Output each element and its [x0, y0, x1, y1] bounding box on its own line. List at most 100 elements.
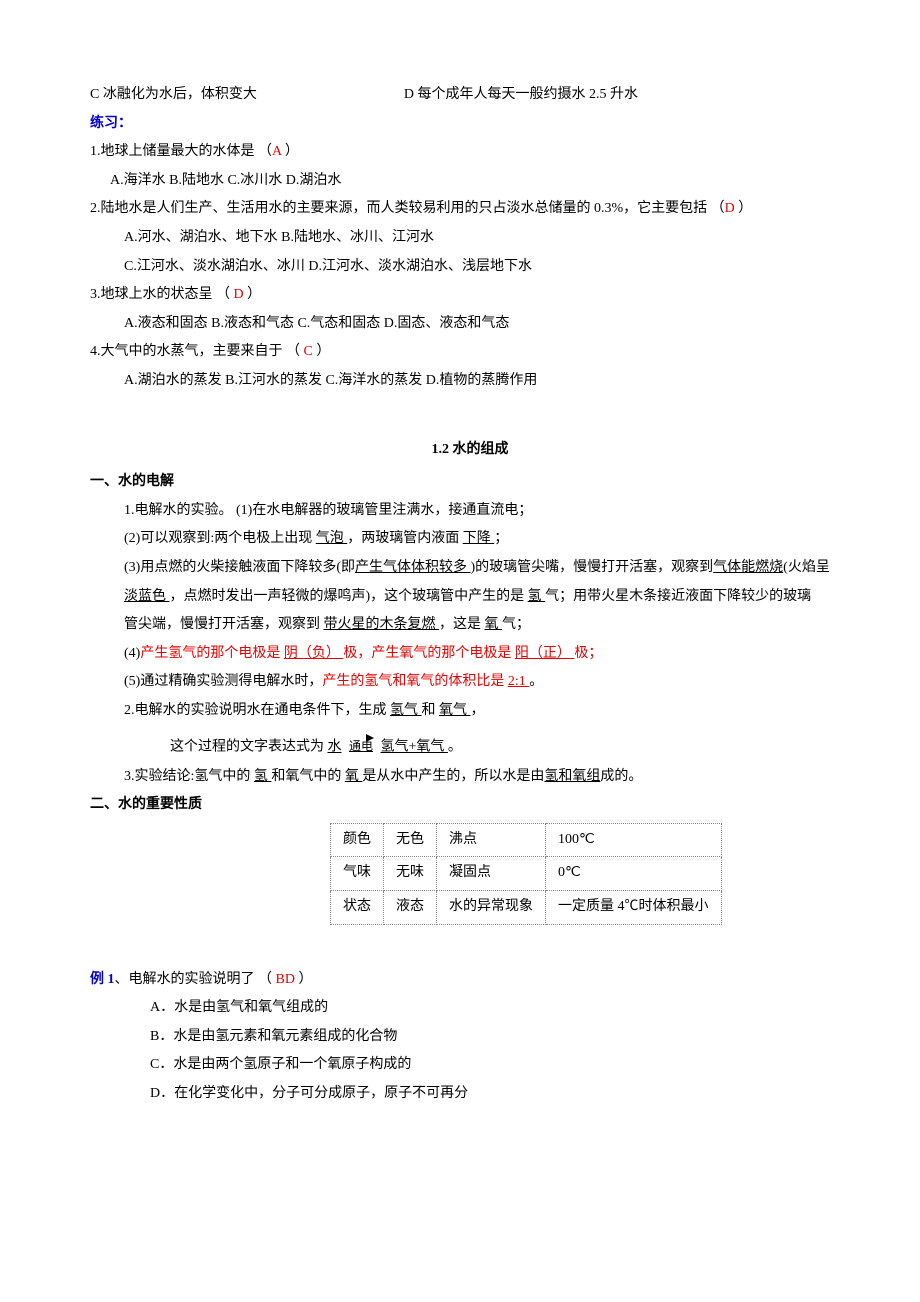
- sec1-p2-blank2: 下降: [463, 531, 495, 546]
- sec1-p7-blank3: 氢和氧组: [544, 769, 600, 784]
- cell-state-label: 状态: [331, 890, 384, 924]
- properties-table: 颜色 无色 沸点 100℃ 气味 无味 凝固点 0℃ 状态 液态 水的异常现象 …: [330, 823, 722, 925]
- q4-stem: 4.大气中的水蒸气，主要来自于 （ C ）: [90, 339, 850, 366]
- sec1-p3-blank3: 淡蓝色: [124, 589, 170, 604]
- example1-answer: BD: [276, 972, 295, 987]
- expr-products: 氢气+氧气: [381, 740, 448, 755]
- sec1-p7b: 和氧气中的: [271, 769, 345, 784]
- sec1-p3a: (3)用点燃的火柴接触液面下降较多(即: [124, 560, 355, 575]
- sec1-expression: 这个过程的文字表达式为 水 通电 氢气+氧气 。: [90, 734, 850, 761]
- cell-color-value: 无色: [384, 823, 437, 857]
- sec1-p3-blank6: 氧: [485, 617, 503, 632]
- sec1-p2a: (2)可以观察到:两个电极上出现: [124, 531, 316, 546]
- cell-boiling-value: 100℃: [546, 823, 722, 857]
- sec1-p3-blank2: 气体能燃烧: [713, 560, 783, 575]
- sec1-p3-blank5: 带火星的木条复燃: [324, 617, 440, 632]
- sec1-p6-blank1: 氢气: [390, 703, 422, 718]
- q2-options-1: A.河水、湖泊水、地下水 B.陆地水、冰川、江河水: [90, 225, 850, 252]
- sec1-p5r: 产生的氢气和氧气的体积比是: [322, 674, 508, 689]
- q1-stem: 1.地球上储量最大的水体是 （A ）: [90, 139, 850, 166]
- top-options: C 冰融化为水后，体积变大 D 每个成年人每天一般约摄水 2.5 升水: [90, 82, 850, 109]
- q1-answer: A: [272, 144, 281, 159]
- q3-stem: 3.地球上水的状态呈 （ D ）: [90, 282, 850, 309]
- q3-stem-a: 3.地球上水的状态呈 （: [90, 287, 234, 302]
- sec1-p7c: 是从水中产生的，所以水是由: [362, 769, 544, 784]
- q1-options: A.海洋水 B.陆地水 C.冰川水 D.湖泊水: [90, 168, 850, 195]
- expr-end: 。: [448, 740, 462, 755]
- sec1-p3-l3c: ，这是: [439, 617, 485, 632]
- sec1-p3b: )的玻璃管尖嘴，慢慢打开活塞，观察到: [471, 560, 714, 575]
- q4-options: A.湖泊水的蒸发 B.江河水的蒸发 C.海洋水的蒸发 D.植物的蒸腾作用: [90, 368, 850, 395]
- cell-boiling-label: 沸点: [437, 823, 546, 857]
- sec1-p4-blank1: 阴（负）: [284, 646, 344, 661]
- sec1-p3-l3: 管尖端，慢慢打开活塞，观察到 带火星的木条复燃 ，这是 氧 气；: [90, 612, 850, 639]
- sec1-p2: (2)可以观察到:两个电极上出现 气泡 ，两玻璃管内液面 下降 ；: [90, 526, 850, 553]
- q1-stem-b: ）: [281, 144, 299, 159]
- sec1-p5a: (5)通过精确实验测得电解水时，: [124, 674, 322, 689]
- sec1-p5b: 。: [529, 674, 543, 689]
- sec1-p2b: ，两玻璃管内液面: [347, 531, 463, 546]
- example1-opt-d: D．在化学变化中，分子可分成原子，原子不可再分: [90, 1081, 850, 1108]
- cell-state-value: 液态: [384, 890, 437, 924]
- q1-stem-a: 1.地球上储量最大的水体是 （: [90, 144, 272, 159]
- sec1-p6-blank2: 氧气: [439, 703, 471, 718]
- reaction-arrow: 通电: [349, 734, 373, 761]
- table-row: 状态 液态 水的异常现象 一定质量 4℃时体积最小: [331, 890, 722, 924]
- top-opt-c: C 冰融化为水后，体积变大: [90, 87, 257, 102]
- sec1-p3-l2: 淡蓝色 ，点燃时发出一声轻微的爆鸣声)，这个玻璃管中产生的是 氢 气；用带火星木…: [90, 584, 850, 611]
- q2-options-2: C.江河水、淡水湖泊水、冰川 D.江河水、淡水湖泊水、浅层地下水: [90, 254, 850, 281]
- top-opt-d: D 每个成年人每天一般约摄水 2.5 升水: [404, 87, 638, 102]
- sec1-p2-blank1: 气泡: [316, 531, 348, 546]
- sec1-p5: (5)通过精确实验测得电解水时，产生的氢气和氧气的体积比是 2:1 。: [90, 669, 850, 696]
- q3-stem-b: ）: [244, 287, 262, 302]
- cell-smell-label: 气味: [331, 857, 384, 891]
- sec1-p7: 3.实验结论:氢气中的 氢 和氧气中的 氧 是从水中产生的，所以水是由氢和氧组成…: [90, 764, 850, 791]
- example1-stem: 例 1、电解水的实验说明了 （ BD ）: [90, 967, 850, 994]
- sec1-p2c: ；: [494, 531, 508, 546]
- sec1-p3-blank4: 氢: [528, 589, 546, 604]
- expr-water: 水: [328, 740, 342, 755]
- expr-label: 这个过程的文字表达式为: [170, 740, 328, 755]
- sec1-p3-l3e: 气；: [502, 617, 530, 632]
- sec1-p3-l2d: 气；用带火星木条接近液面下降较少的玻璃: [545, 589, 811, 604]
- example1-opt-c: C．水是由两个氢原子和一个氧原子构成的: [90, 1052, 850, 1079]
- q2-answer: D: [725, 201, 735, 216]
- cell-color-label: 颜色: [331, 823, 384, 857]
- sec1-p6: 2.电解水的实验说明水在通电条件下，生成 氢气 和 氧气 ，: [90, 698, 850, 725]
- example1-stem-b: ）: [295, 972, 313, 987]
- q4-stem-a: 4.大气中的水蒸气，主要来自于 （: [90, 344, 304, 359]
- table-row: 颜色 无色 沸点 100℃: [331, 823, 722, 857]
- sec1-p6a: 2.电解水的实验说明水在通电条件下，生成: [124, 703, 390, 718]
- sec1-header: 一、水的电解: [90, 469, 850, 496]
- q2-stem-a: 2.陆地水是人们生产、生活用水的主要来源，而人类较易利用的只占淡水总储量的 0.…: [90, 201, 725, 216]
- table-row: 气味 无味 凝固点 0℃: [331, 857, 722, 891]
- practice-header: 练习：: [90, 111, 850, 138]
- q4-answer: C: [304, 344, 313, 359]
- sec1-p7d: 成的。: [600, 769, 642, 784]
- cell-anomaly-value: 一定质量 4℃时体积最小: [546, 890, 722, 924]
- cell-smell-value: 无味: [384, 857, 437, 891]
- q2-stem: 2.陆地水是人们生产、生活用水的主要来源，而人类较易利用的只占淡水总储量的 0.…: [90, 196, 850, 223]
- sec1-p3-blank1: 产生气体体积较多: [355, 560, 471, 575]
- cell-freeze-value: 0℃: [546, 857, 722, 891]
- sec1-p3c: (火焰呈: [783, 560, 830, 575]
- cell-anomaly-label: 水的异常现象: [437, 890, 546, 924]
- sec1-p7-blank2: 氧: [345, 769, 363, 784]
- sec1-p6c: ，: [471, 703, 485, 718]
- example1-label: 例 1: [90, 972, 115, 987]
- sec1-p3-l1: (3)用点燃的火柴接触液面下降较多(即产生气体体积较多 )的玻璃管尖嘴，慢慢打开…: [90, 555, 850, 582]
- sec1-p4r3: 极；: [574, 646, 602, 661]
- sec1-p4r1: 产生氢气的那个电极是: [140, 646, 284, 661]
- q2-stem-b: ）: [735, 201, 753, 216]
- q4-stem-b: ）: [313, 344, 331, 359]
- sec1-p6b: 和: [422, 703, 440, 718]
- cell-freeze-label: 凝固点: [437, 857, 546, 891]
- sec2-header: 二、水的重要性质: [90, 792, 850, 819]
- q3-options: A.液态和固态 B.液态和气态 C.气态和固态 D.固态、液态和气态: [90, 311, 850, 338]
- sec1-p7-blank1: 氢: [254, 769, 272, 784]
- sec1-p3-l2b: ，点燃时发出一声轻微的爆鸣声)，这个玻璃管中产生的是: [170, 589, 528, 604]
- sec1-p1: 1.电解水的实验。 (1)在水电解器的玻璃管里注满水，接通直流电；: [90, 498, 850, 525]
- sec1-p4: (4)产生氢气的那个电极是 阴（负） 极，产生氧气的那个电极是 阳（正） 极；: [90, 641, 850, 668]
- sec1-p5-blank: 2:1: [508, 674, 529, 689]
- sec1-p7a: 3.实验结论:氢气中的: [124, 769, 254, 784]
